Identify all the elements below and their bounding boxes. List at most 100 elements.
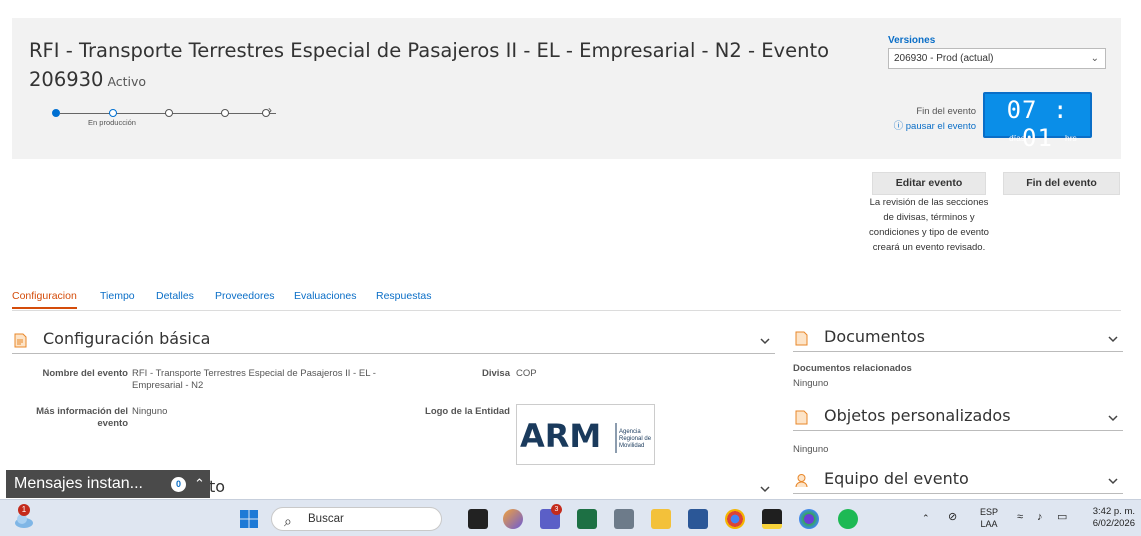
clock-time: 3:42 p. m. — [1092, 506, 1135, 517]
timer-unit-hours: hrs — [1065, 133, 1077, 143]
page-title: RFI - Transporte Terrestres Especial de … — [29, 36, 869, 96]
timer-caption-block: Fin del evento ⓘ pausar el evento — [880, 104, 976, 134]
edit-event-button[interactable]: Editar evento — [872, 172, 986, 195]
svg-text:ARM: ARM — [520, 417, 601, 455]
currency-value: COP — [516, 368, 537, 379]
chevron-down-icon — [760, 486, 770, 493]
chevron-down-icon — [760, 338, 770, 345]
chrome-profile-icon[interactable] — [799, 509, 819, 529]
versions-label: Versiones — [888, 35, 936, 46]
messages-count-badge: 0 — [171, 477, 186, 492]
versions-selected-value: 206930 - Prod (actual) — [894, 53, 994, 64]
countdown-timer: 07 : 01 días hrs — [983, 92, 1092, 152]
system-clock[interactable]: 3:42 p. m. 6/02/2026 — [1093, 506, 1135, 530]
custom-objects-value: Ninguno — [793, 444, 829, 455]
documents-title: Documentos — [824, 327, 926, 346]
taskbar-search[interactable]: ⌕ Buscar — [271, 507, 442, 531]
tab-divider — [12, 310, 1121, 311]
show-hidden-icons-chevron[interactable]: ⌃ — [922, 512, 930, 524]
progress-step-3 — [165, 109, 173, 117]
teams-badge: 3 — [551, 504, 562, 515]
event-team-header[interactable]: Equipo del evento — [793, 468, 1123, 494]
documents-header[interactable]: Documentos — [793, 326, 1123, 352]
battery-icon[interactable]: ▭ — [1057, 511, 1067, 523]
file-explorer-icon[interactable] — [651, 509, 671, 529]
second-section-title: to — [209, 477, 226, 496]
event-header: RFI - Transporte Terrestres Especial de … — [12, 18, 1121, 159]
input-language[interactable]: ESP LAA — [980, 506, 998, 530]
event-team-title: Equipo del evento — [824, 469, 969, 488]
team-icon — [795, 474, 808, 488]
notification-badge: 1 — [18, 504, 30, 516]
chevron-right-icon: › — [268, 103, 272, 117]
progress-step-2 — [109, 109, 117, 117]
windows-taskbar: 1 ⌕ Buscar 3 ⌃ ⊘ ESP LAA ≈ ♪ ▭ 3:42 p. m… — [0, 499, 1141, 536]
word-icon[interactable] — [688, 509, 708, 529]
document-edit-icon — [14, 333, 27, 348]
status-badge: Activo — [107, 74, 147, 89]
document-icon — [795, 331, 808, 346]
chrome-icon[interactable] — [725, 509, 745, 529]
language-code: ESP — [980, 507, 999, 517]
custom-objects-title: Objetos personalizados — [824, 406, 1011, 425]
keyboard-layout: LAA — [980, 519, 998, 529]
instant-messages-bar[interactable]: Mensajes instan... 0 ⌃ — [6, 470, 210, 498]
pause-icon: ⓘ — [893, 121, 904, 132]
entity-logo: ARM Agencia Regional de Movilidad — [516, 404, 655, 465]
teams-icon[interactable]: 3 — [540, 504, 562, 529]
svg-text:Regional de: Regional de — [619, 436, 652, 442]
task-view-icon[interactable] — [468, 509, 488, 529]
start-button[interactable] — [239, 509, 259, 529]
calculator-icon[interactable] — [614, 509, 634, 529]
arm-logo: ARM Agencia Regional de Movilidad — [520, 417, 652, 455]
edit-event-note: La revisión de las secciones de divisas,… — [869, 197, 989, 253]
basic-config-title: Configuración básica — [43, 329, 211, 348]
excel-icon[interactable] — [577, 509, 597, 529]
windows-icon — [240, 510, 258, 528]
tab-proveedores[interactable]: Proveedores — [215, 290, 275, 302]
versions-select[interactable]: 206930 - Prod (actual) ⌄ — [888, 48, 1106, 69]
clock-date: 6/02/2026 — [1092, 518, 1135, 529]
tab-tiempo[interactable]: Tiempo — [100, 290, 135, 302]
chevron-down-icon — [1108, 336, 1118, 343]
chevron-down-icon: ⌄ — [1090, 53, 1099, 64]
search-icon: ⌕ — [284, 513, 292, 529]
tab-respuestas[interactable]: Respuestas — [376, 290, 431, 302]
event-progress: › En producción — [52, 103, 292, 146]
svg-text:Agencia: Agencia — [619, 429, 641, 435]
event-title: RFI - Transporte Terrestres Especial de … — [29, 39, 830, 91]
pause-event-label: pausar el evento — [905, 121, 976, 132]
more-info-value: Ninguno — [132, 406, 168, 417]
custom-objects-header[interactable]: Objetos personalizados — [793, 405, 1123, 431]
event-name-label: Nombre del evento — [42, 368, 128, 379]
chevron-down-icon — [1108, 478, 1118, 485]
basic-config-header[interactable]: Configuración básica — [12, 328, 775, 354]
location-off-icon[interactable]: ⊘ — [948, 511, 957, 523]
entity-logo-label: Logo de la Entidad — [425, 406, 510, 417]
sticky-notes-icon[interactable] — [762, 509, 782, 529]
tab-evaluaciones[interactable]: Evaluaciones — [294, 290, 356, 302]
document-icon — [795, 410, 808, 425]
timer-caption: Fin del evento — [916, 106, 976, 117]
wifi-icon[interactable]: ≈ — [1017, 511, 1023, 523]
progress-step-label: En producción — [88, 118, 136, 127]
event-name-value: RFI - Transporte Terrestres Especial de … — [132, 368, 376, 391]
volume-icon[interactable]: ♪ — [1037, 511, 1043, 523]
weather-widget[interactable]: 1 — [12, 504, 36, 530]
currency-label: Divisa — [482, 368, 510, 379]
pause-event-link[interactable]: ⓘ pausar el evento — [880, 119, 976, 134]
spotify-icon[interactable] — [838, 509, 858, 529]
more-info-label: Más información del evento — [36, 406, 128, 429]
chevron-down-icon — [1108, 415, 1118, 422]
svg-text:Movilidad: Movilidad — [619, 443, 644, 449]
tab-configuracion[interactable]: Configuracion — [12, 290, 77, 309]
progress-step-1 — [52, 109, 60, 117]
progress-step-4 — [221, 109, 229, 117]
timer-digits: 07 : 01 — [1006, 96, 1069, 152]
related-docs-label: Documentos relacionados — [793, 363, 912, 374]
copilot-icon[interactable] — [503, 509, 523, 529]
chevron-up-icon: ⌃ — [194, 476, 205, 491]
tab-detalles[interactable]: Detalles — [156, 290, 194, 302]
end-event-button[interactable]: Fin del evento — [1003, 172, 1120, 195]
related-docs-value: Ninguno — [793, 378, 829, 389]
